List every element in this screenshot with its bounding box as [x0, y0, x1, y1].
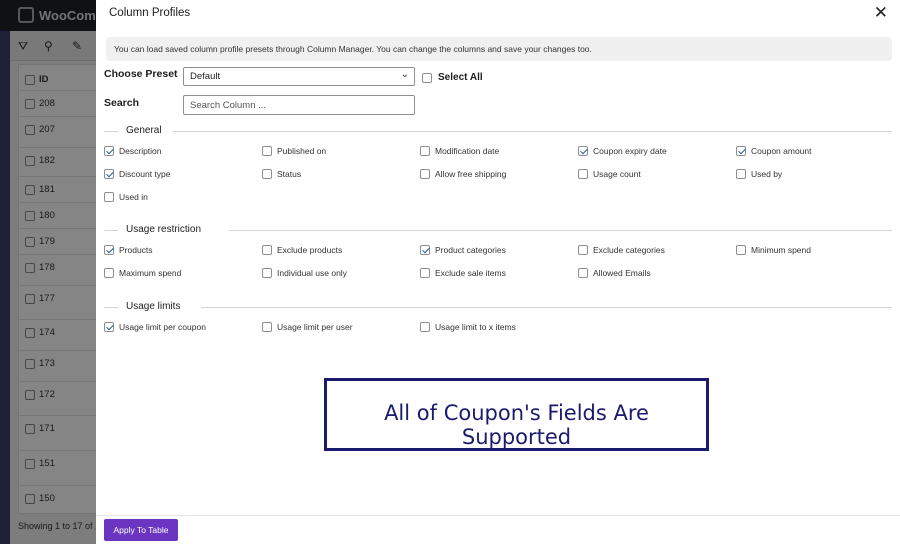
- column-option[interactable]: Status: [262, 169, 301, 179]
- option-label: Status: [277, 169, 302, 179]
- section-title: Usage limits: [126, 301, 181, 312]
- option-label: Exclude sale items: [435, 268, 506, 278]
- section-header: General: [104, 125, 892, 137]
- checkbox[interactable]: [262, 169, 272, 179]
- column-option[interactable]: Allowed Emails: [578, 268, 651, 278]
- footer-divider: [96, 515, 900, 516]
- option-label: Used in: [119, 192, 148, 202]
- column-option[interactable]: Allow free shipping: [420, 169, 506, 179]
- checkbox[interactable]: [104, 192, 114, 202]
- banner-text: All of Coupon's Fields Are Supported: [384, 401, 649, 449]
- section-title: General: [126, 125, 162, 136]
- info-notice: You can load saved column profile preset…: [106, 37, 892, 61]
- checkbox[interactable]: [578, 245, 588, 255]
- checkbox[interactable]: [420, 146, 430, 156]
- checkbox[interactable]: [104, 268, 114, 278]
- checkbox[interactable]: [578, 268, 588, 278]
- option-label: Coupon amount: [751, 146, 812, 156]
- column-option[interactable]: Description: [104, 146, 162, 156]
- checkbox[interactable]: [262, 268, 272, 278]
- column-option[interactable]: Published on: [262, 146, 326, 156]
- promo-banner: All of Coupon's Fields Are Supported: [324, 378, 709, 451]
- column-option[interactable]: Products: [104, 245, 153, 255]
- column-option[interactable]: Product categories: [420, 245, 506, 255]
- option-label: Coupon expiry date: [593, 146, 667, 156]
- option-label: Used by: [751, 169, 783, 179]
- checkbox[interactable]: [104, 322, 114, 332]
- checkbox[interactable]: [420, 169, 430, 179]
- chevron-down-icon: ⌄: [400, 69, 409, 80]
- search-label: Search: [104, 97, 140, 109]
- section-title: Usage restriction: [126, 224, 202, 235]
- option-label: Usage count: [593, 169, 641, 179]
- option-label: Published on: [277, 146, 327, 156]
- apply-to-table-button[interactable]: Apply To Table: [104, 519, 178, 541]
- checkbox[interactable]: [104, 169, 114, 179]
- section-divider: [173, 131, 892, 132]
- choose-preset-label: Choose Preset: [104, 68, 178, 80]
- search-column-input[interactable]: [183, 95, 415, 115]
- checkbox[interactable]: [262, 245, 272, 255]
- column-option[interactable]: Modification date: [420, 146, 499, 156]
- column-option[interactable]: Usage limit per coupon: [104, 322, 206, 332]
- column-option[interactable]: Coupon expiry date: [578, 146, 667, 156]
- option-label: Maximum spend: [119, 268, 182, 278]
- column-option[interactable]: Used by: [736, 169, 782, 179]
- checkbox[interactable]: [736, 169, 746, 179]
- option-label: Individual use only: [277, 268, 347, 278]
- checkbox[interactable]: [422, 72, 432, 83]
- checkbox[interactable]: [578, 169, 588, 179]
- column-option[interactable]: Coupon amount: [736, 146, 812, 156]
- option-label: Discount type: [119, 169, 171, 179]
- column-option[interactable]: Usage limit to x items: [420, 322, 516, 332]
- preset-value: Default: [190, 71, 221, 82]
- option-label: Description: [119, 146, 162, 156]
- checkbox[interactable]: [420, 268, 430, 278]
- option-label: Usage limit to x items: [435, 322, 516, 332]
- column-option[interactable]: Usage limit per user: [262, 322, 353, 332]
- option-label: Exclude products: [277, 245, 343, 255]
- option-label: Modification date: [435, 146, 500, 156]
- option-label: Usage limit per coupon: [119, 322, 206, 332]
- section-divider: [229, 230, 892, 231]
- column-option[interactable]: Used in: [104, 192, 148, 202]
- checkbox[interactable]: [736, 146, 746, 156]
- option-label: Minimum spend: [751, 245, 811, 255]
- column-option[interactable]: Exclude products: [262, 245, 342, 255]
- select-all-checkbox[interactable]: Select All: [422, 72, 483, 83]
- checkbox[interactable]: [420, 245, 430, 255]
- checkbox[interactable]: [262, 322, 272, 332]
- checkbox[interactable]: [262, 146, 272, 156]
- close-icon[interactable]: ✕: [874, 4, 888, 22]
- checkbox[interactable]: [104, 146, 114, 156]
- section-header: Usage restriction: [104, 224, 892, 236]
- column-option[interactable]: Individual use only: [262, 268, 347, 278]
- column-option[interactable]: Exclude sale items: [420, 268, 506, 278]
- section-divider: [104, 307, 118, 308]
- section-header: Usage limits: [104, 301, 892, 313]
- checkbox[interactable]: [420, 322, 430, 332]
- option-label: Usage limit per user: [277, 322, 353, 332]
- option-label: Allow free shipping: [435, 169, 507, 179]
- section-divider: [104, 131, 118, 132]
- select-all-label: Select All: [438, 72, 483, 83]
- option-label: Allowed Emails: [593, 268, 651, 278]
- column-option[interactable]: Usage count: [578, 169, 641, 179]
- column-option[interactable]: Exclude categories: [578, 245, 665, 255]
- checkbox[interactable]: [104, 245, 114, 255]
- section-divider: [201, 307, 892, 308]
- preset-select[interactable]: Default ⌄: [183, 67, 415, 86]
- column-option[interactable]: Maximum spend: [104, 268, 181, 278]
- option-label: Product categories: [435, 245, 506, 255]
- checkbox[interactable]: [578, 146, 588, 156]
- modal-title: Column Profiles: [109, 7, 191, 19]
- option-label: Exclude categories: [593, 245, 665, 255]
- checkbox[interactable]: [736, 245, 746, 255]
- section-divider: [104, 230, 118, 231]
- column-profiles-modal: Column Profiles ✕ You can load saved col…: [96, 0, 900, 544]
- column-option[interactable]: Discount type: [104, 169, 171, 179]
- option-label: Products: [119, 245, 153, 255]
- column-option[interactable]: Minimum spend: [736, 245, 811, 255]
